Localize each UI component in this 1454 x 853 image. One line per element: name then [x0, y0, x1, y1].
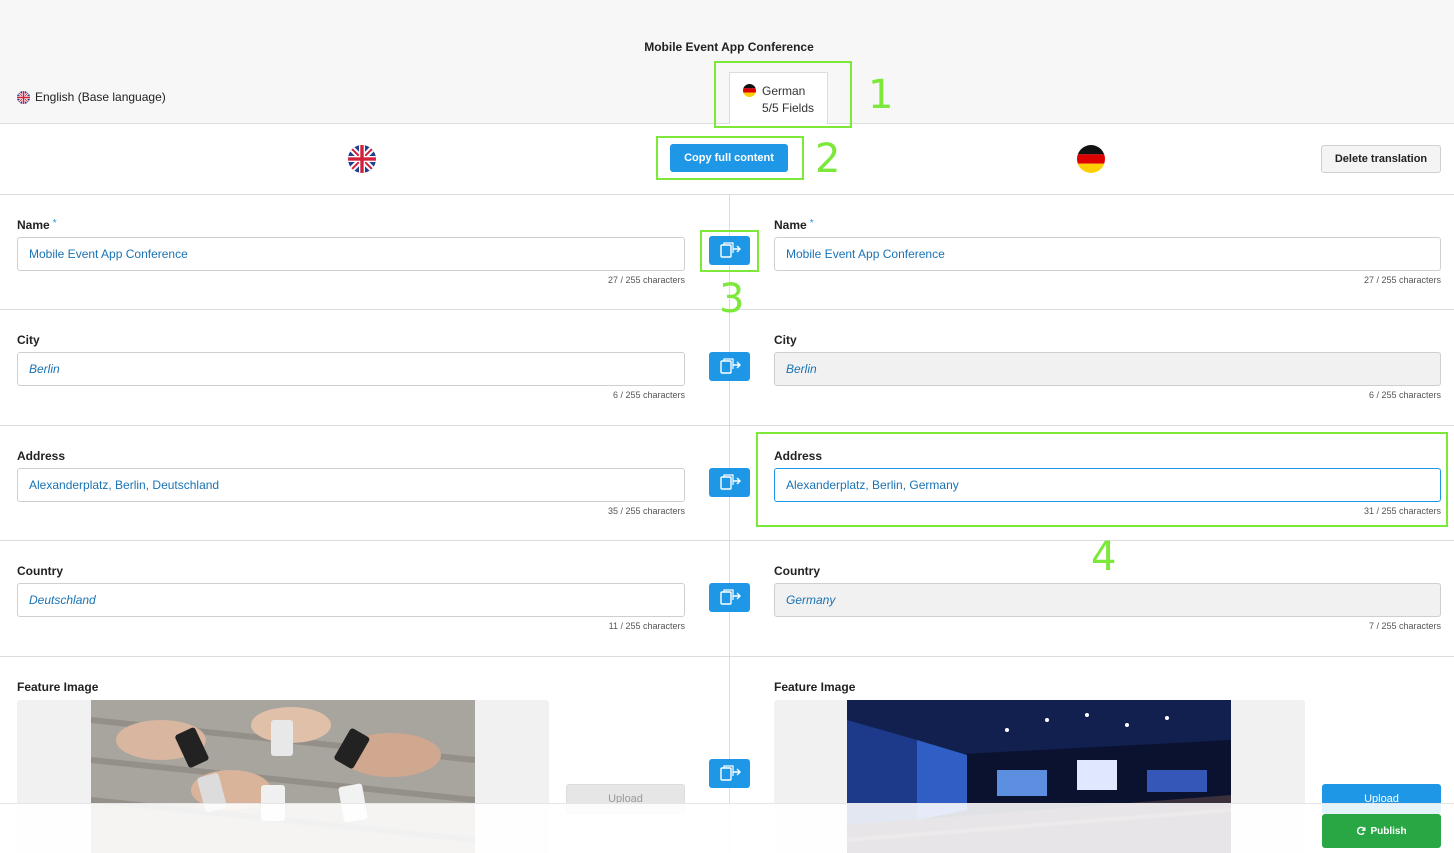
annotation-box-copy-field: [700, 230, 759, 272]
target-city-label: City: [774, 333, 797, 347]
refresh-icon: [1357, 826, 1366, 836]
delete-translation-button[interactable]: Delete translation: [1321, 145, 1441, 173]
publish-label: Publish: [1370, 825, 1407, 837]
target-name-counter: 27 / 255 characters: [1363, 275, 1441, 285]
target-feature-image-label: Feature Image: [774, 680, 856, 694]
annotation-box-target-address: [756, 432, 1448, 527]
copy-address-button[interactable]: [709, 468, 750, 497]
source-city-counter: 6 / 255 characters: [612, 390, 685, 400]
source-feature-image-label: Feature Image: [17, 680, 99, 694]
copy-arrow-icon: [719, 357, 741, 374]
target-city-input[interactable]: Berlin: [774, 352, 1441, 386]
annotation-box-copy-full: [656, 136, 804, 180]
copy-city-button[interactable]: [709, 352, 750, 381]
source-city-label: City: [17, 333, 40, 347]
uk-flag-icon: [348, 145, 376, 173]
annotation-box-language-tab: [714, 61, 852, 128]
source-city-input[interactable]: Berlin: [17, 352, 685, 386]
publish-button[interactable]: Publish: [1322, 814, 1441, 848]
base-language-label: English (Base language): [35, 90, 166, 104]
source-name-counter: 27 / 255 characters: [607, 275, 685, 285]
annotation-number-4: 4: [1091, 534, 1117, 580]
copy-arrow-icon: [719, 473, 741, 490]
source-country-counter: 11 / 255 characters: [608, 621, 685, 631]
target-name-label: Name *: [774, 218, 814, 232]
german-flag-icon: [1077, 145, 1105, 173]
copy-country-button[interactable]: [709, 583, 750, 612]
annotation-number-1: 1: [868, 72, 894, 118]
source-address-label: Address: [17, 449, 66, 463]
source-address-input[interactable]: Alexanderplatz, Berlin, Deutschland: [17, 468, 685, 502]
target-country-label: Country: [774, 564, 820, 578]
annotation-number-3: 3: [719, 276, 745, 322]
target-city-counter: 6 / 255 characters: [1368, 390, 1441, 400]
source-country-input[interactable]: Deutschland: [17, 583, 685, 617]
field-row-country: Country Deutschland 11 / 255 characters …: [0, 541, 1454, 657]
source-name-input[interactable]: Mobile Event App Conference: [17, 237, 685, 271]
target-country-input[interactable]: Germany: [774, 583, 1441, 617]
source-name-label: Name *: [17, 218, 57, 232]
page-title: Mobile Event App Conference: [644, 40, 814, 54]
source-country-label: Country: [17, 564, 63, 578]
annotation-number-2: 2: [815, 136, 841, 182]
target-country-counter: 7 / 255 characters: [1368, 621, 1441, 631]
field-row-city: City Berlin 6 / 255 characters City Berl…: [0, 310, 1454, 426]
copy-arrow-icon: [719, 764, 741, 781]
copy-feature-image-button[interactable]: [709, 759, 750, 788]
base-language-indicator: English (Base language): [17, 90, 166, 104]
source-address-counter: 35 / 255 characters: [607, 506, 685, 516]
target-name-input[interactable]: Mobile Event App Conference: [774, 237, 1441, 271]
uk-flag-icon: [17, 90, 30, 104]
copy-arrow-icon: [719, 588, 741, 605]
bottom-action-bar: [0, 803, 1454, 853]
